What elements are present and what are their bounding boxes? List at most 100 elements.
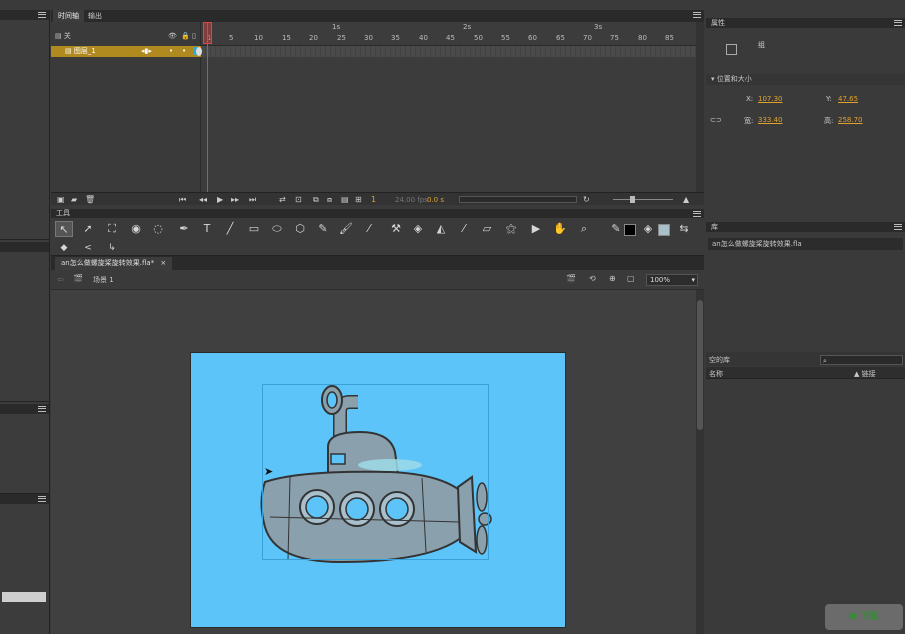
fill-color-icon[interactable]: ◈ xyxy=(639,221,657,237)
polystar-tool-icon[interactable]: ⬡ xyxy=(291,221,309,237)
swap-colors-icon[interactable]: ⇆ xyxy=(675,221,693,237)
oval-tool-icon[interactable]: ⬭ xyxy=(268,221,286,237)
tab-timeline[interactable]: 时间轴 xyxy=(53,10,84,22)
smooth-icon[interactable]: ↳ xyxy=(103,240,121,256)
y-value[interactable]: 47.65 xyxy=(838,95,858,103)
center-frame-icon[interactable]: ⊡ xyxy=(295,195,302,204)
timeline-ruler[interactable]: 1s 2s 3s 1 5 10 15 20 25 30 35 40 45 50 … xyxy=(201,22,696,46)
bone-tool-icon[interactable]: ⚒ xyxy=(387,221,405,237)
document-tab[interactable]: an怎么做螺旋桨旋转效果.fla* × xyxy=(55,257,173,270)
hand-tool-icon[interactable]: ✋ xyxy=(551,221,569,237)
timeline-hscroll[interactable] xyxy=(459,196,577,203)
loop-icon[interactable]: ⇄ xyxy=(279,195,286,204)
panel-menu-icon[interactable] xyxy=(38,406,46,412)
column-linkage[interactable]: ▲ 链接 xyxy=(854,369,876,379)
zoom-dropdown[interactable]: 100% ▾ xyxy=(646,274,698,286)
timeline-menu-icon[interactable] xyxy=(693,12,701,18)
step-forward-icon[interactable]: ▸▸ xyxy=(231,195,239,204)
onion-outline-icon[interactable]: ⧈ xyxy=(327,195,332,205)
text-tool-icon[interactable]: T xyxy=(198,221,216,237)
library-menu-icon[interactable] xyxy=(894,224,902,230)
free-transform-icon[interactable]: ⛶ xyxy=(103,221,121,237)
step-back-icon[interactable]: ◂◂ xyxy=(199,195,207,204)
go-first-frame-icon[interactable]: ⏮ xyxy=(179,195,186,205)
pen-tool-icon[interactable]: ✒ xyxy=(175,221,193,237)
layer-frames[interactable] xyxy=(201,46,696,57)
library-document-select[interactable]: an怎么做螺旋桨旋转效果.fla xyxy=(708,238,903,250)
layer-row-header[interactable]: ▤ 关 👁 🔒 ▯ xyxy=(51,31,201,42)
center-stage-icon[interactable]: ⊕ xyxy=(609,274,616,283)
layer-lock-dot[interactable]: • xyxy=(182,46,186,57)
delete-layer-icon[interactable]: 🗑 xyxy=(85,195,95,204)
stroke-color-icon[interactable]: ✎ xyxy=(607,221,625,237)
edit-scene-icon[interactable]: 🎬 xyxy=(566,274,576,283)
scene-label[interactable]: 场景 1 xyxy=(93,275,114,285)
paint-brush-icon[interactable]: 🖌 xyxy=(337,221,355,237)
eyedropper-icon[interactable]: ⁄ xyxy=(455,221,473,237)
left-panel-header[interactable] xyxy=(0,10,49,20)
keyframe[interactable] xyxy=(196,47,202,56)
fill-color-swatch[interactable] xyxy=(658,224,670,236)
selection-tool-icon[interactable]: ↖ xyxy=(55,221,73,237)
clip-icon[interactable]: ▢ xyxy=(627,274,635,283)
column-name[interactable]: 名称 xyxy=(709,369,723,379)
left-panel-header-2[interactable] xyxy=(0,242,49,252)
lock-icon[interactable]: 🔒 xyxy=(181,31,190,42)
new-folder-icon[interactable]: ▰ xyxy=(71,195,77,204)
properties-menu-icon[interactable] xyxy=(894,20,902,26)
tools-menu-icon[interactable] xyxy=(693,211,701,217)
edit-multiple-icon[interactable]: ▤ xyxy=(341,195,349,204)
zoom-tool-icon[interactable]: ⌕ xyxy=(575,221,593,237)
rectangle-tool-icon[interactable]: ▭ xyxy=(245,221,263,237)
tab-output[interactable]: 输出 xyxy=(83,10,107,22)
line-tool-icon[interactable]: ╱ xyxy=(221,221,239,237)
close-icon[interactable]: × xyxy=(160,259,166,267)
library-search-input[interactable]: ⌕ xyxy=(820,355,903,365)
left-panel-header-3[interactable] xyxy=(0,404,49,414)
lasso-icon[interactable]: ◌ xyxy=(149,221,167,237)
stage-vscroll-thumb[interactable] xyxy=(697,300,703,430)
zoom-slider-thumb[interactable] xyxy=(630,196,635,203)
position-size-section[interactable]: ▾ 位置和大小 xyxy=(706,74,905,85)
play-button[interactable]: ▶ xyxy=(217,195,223,204)
paint-bucket-icon[interactable]: ◈ xyxy=(409,221,427,237)
edit-symbols-icon[interactable]: ⟲ xyxy=(589,274,596,283)
panel-menu-icon[interactable] xyxy=(38,12,46,18)
pencil-tool-icon[interactable]: ✎ xyxy=(314,221,332,237)
current-frame[interactable]: 1 xyxy=(371,195,376,204)
timeline-scrollbar[interactable] xyxy=(696,22,704,192)
selection-bounding-box[interactable] xyxy=(262,384,489,560)
left-input-field[interactable] xyxy=(2,592,46,602)
layer-visible-dot[interactable]: • xyxy=(169,46,173,57)
playhead[interactable] xyxy=(207,22,208,192)
onion-skin-icon[interactable]: ⧉ xyxy=(313,195,319,205)
mountain-icon[interactable]: ▲ xyxy=(683,195,689,204)
time-readout[interactable]: 0.0 s xyxy=(427,196,444,204)
fps-readout[interactable]: 24.00 fps xyxy=(395,196,428,204)
brush-tool-icon[interactable]: ⁄ xyxy=(360,221,378,237)
modify-markers-icon[interactable]: ⊞ xyxy=(355,195,362,204)
stroke-color-swatch[interactable] xyxy=(624,224,636,236)
eye-icon[interactable]: 👁 xyxy=(168,31,177,42)
ink-bottle-icon[interactable]: ◭ xyxy=(432,221,450,237)
outline-icon[interactable]: ▯ xyxy=(192,31,196,42)
left-panel-header-4[interactable] xyxy=(0,494,49,504)
back-arrow-icon[interactable]: ⇦ xyxy=(57,275,64,284)
3d-rotation-icon[interactable]: ◉ xyxy=(127,221,145,237)
camera-icon[interactable]: ▶ xyxy=(527,221,545,237)
snap-icon[interactable]: < xyxy=(79,240,97,256)
subselection-tool-icon[interactable]: ➚ xyxy=(79,221,97,237)
eraser-icon[interactable]: ▱ xyxy=(478,221,496,237)
x-value[interactable]: 107.30 xyxy=(758,95,783,103)
new-layer-icon[interactable]: ▣ xyxy=(57,195,65,204)
width-tool-icon[interactable]: ⚝ xyxy=(502,221,520,237)
zoom-slider[interactable] xyxy=(613,199,673,200)
refresh-icon[interactable]: ↻ xyxy=(583,195,590,204)
width-value[interactable]: 333.40 xyxy=(758,116,783,124)
object-drawing-icon[interactable]: ◆ xyxy=(55,240,73,256)
link-icon[interactable]: ⊂⊃ xyxy=(710,116,722,124)
height-value[interactable]: 258.70 xyxy=(838,116,863,124)
go-last-frame-icon[interactable]: ⏭ xyxy=(249,195,256,205)
panel-menu-icon[interactable] xyxy=(38,496,46,502)
layer-row[interactable]: ▤ 图层_1 ◂▮▸ • • xyxy=(51,46,201,57)
